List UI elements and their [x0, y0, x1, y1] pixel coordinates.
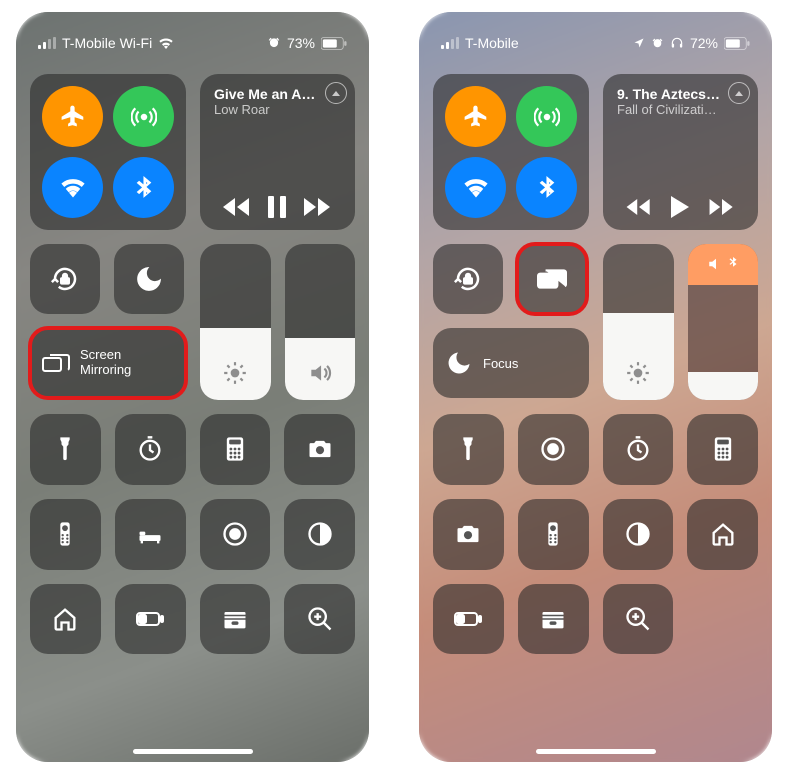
airplane-mode-button[interactable] [42, 86, 103, 147]
wallet-button[interactable] [200, 584, 271, 655]
wifi-icon [158, 37, 174, 49]
home-indicator[interactable] [536, 749, 656, 754]
alarm-icon [267, 36, 281, 50]
rewind-icon[interactable] [223, 198, 251, 216]
forward-icon[interactable] [304, 198, 332, 216]
focus-button[interactable]: Focus [433, 328, 589, 398]
wallet-button[interactable] [518, 584, 589, 655]
camera-button[interactable] [284, 414, 355, 485]
brightness-slider[interactable] [200, 244, 271, 400]
rewind-icon[interactable] [626, 199, 652, 215]
status-bar: T-Mobile 72% [433, 12, 758, 74]
dark-mode-button[interactable] [284, 499, 355, 570]
focus-label: Focus [483, 356, 518, 371]
volume-slider[interactable] [688, 244, 759, 400]
orientation-lock-button[interactable] [433, 244, 503, 314]
battery-icon [724, 37, 750, 50]
screen-mirroring-button[interactable] [517, 244, 587, 314]
play-icon[interactable] [670, 196, 690, 218]
connectivity-group[interactable] [30, 74, 186, 230]
now-playing-tile[interactable]: Give Me an A… Low Roar [200, 74, 355, 230]
orientation-lock-button[interactable] [30, 244, 100, 314]
low-power-button[interactable] [115, 584, 186, 655]
battery-pct: 72% [690, 35, 718, 51]
forward-icon[interactable] [709, 199, 735, 215]
magnifier-button[interactable] [284, 584, 355, 655]
brightness-slider[interactable] [603, 244, 674, 400]
bluetooth-small-icon [728, 257, 738, 271]
connectivity-group[interactable] [433, 74, 589, 230]
calculator-button[interactable] [687, 414, 758, 485]
moon-icon [445, 349, 473, 377]
apple-tv-remote-button[interactable] [30, 499, 101, 570]
carrier-label: T-Mobile Wi-Fi [62, 35, 152, 51]
home-indicator[interactable] [133, 749, 253, 754]
bluetooth-button[interactable] [113, 157, 174, 218]
volume-headphone-icon [707, 257, 725, 271]
timer-button[interactable] [603, 414, 674, 485]
home-button[interactable] [687, 499, 758, 570]
brightness-icon [625, 360, 651, 386]
battery-icon [321, 37, 347, 50]
flashlight-button[interactable] [30, 414, 101, 485]
cellular-signal-icon [38, 37, 56, 49]
screen-mirroring-button[interactable]: Screen Mirroring [30, 328, 186, 398]
brightness-icon [222, 360, 248, 386]
ios-control-center-left: T-Mobile Wi-Fi 73% Give Me an A… Low Roa… [16, 12, 369, 762]
media-title: Give Me an A… [214, 86, 341, 102]
location-icon [633, 37, 645, 49]
headphones-icon [670, 36, 684, 50]
screen-mirroring-label-2: Mirroring [80, 363, 131, 378]
wifi-button[interactable] [445, 157, 506, 218]
home-button[interactable] [30, 584, 101, 655]
now-playing-tile[interactable]: 9. The Aztecs… Fall of Civilizati… [603, 74, 758, 230]
carrier-label: T-Mobile [465, 35, 519, 51]
bluetooth-button[interactable] [516, 157, 577, 218]
screen-recording-button[interactable] [518, 414, 589, 485]
cellular-data-button[interactable] [113, 86, 174, 147]
status-bar: T-Mobile Wi-Fi 73% [30, 12, 355, 74]
battery-pct: 73% [287, 35, 315, 51]
cellular-data-button[interactable] [516, 86, 577, 147]
screen-mirroring-icon [42, 349, 70, 377]
camera-button[interactable] [433, 499, 504, 570]
apple-tv-remote-button[interactable] [518, 499, 589, 570]
do-not-disturb-button[interactable] [114, 244, 184, 314]
media-title: 9. The Aztecs… [617, 86, 744, 102]
cellular-signal-icon [441, 37, 459, 49]
calculator-button[interactable] [200, 414, 271, 485]
airplane-mode-button[interactable] [445, 86, 506, 147]
alarm-icon [651, 37, 664, 50]
screen-recording-button[interactable] [200, 499, 271, 570]
wifi-button[interactable] [42, 157, 103, 218]
flashlight-button[interactable] [433, 414, 504, 485]
volume-slider[interactable] [285, 244, 356, 400]
airplay-icon[interactable] [728, 82, 750, 104]
dark-mode-button[interactable] [603, 499, 674, 570]
pause-icon[interactable] [268, 196, 286, 218]
media-artist: Low Roar [214, 102, 341, 117]
airplay-icon[interactable] [325, 82, 347, 104]
sleep-button[interactable] [115, 499, 186, 570]
volume-icon [307, 360, 333, 386]
screen-mirroring-label-1: Screen [80, 348, 131, 363]
ios-control-center-right: T-Mobile 72% 9. The Aztecs… Fall of Civi… [419, 12, 772, 762]
media-artist: Fall of Civilizati… [617, 102, 744, 117]
magnifier-button[interactable] [603, 584, 674, 655]
low-power-button[interactable] [433, 584, 504, 655]
timer-button[interactable] [115, 414, 186, 485]
